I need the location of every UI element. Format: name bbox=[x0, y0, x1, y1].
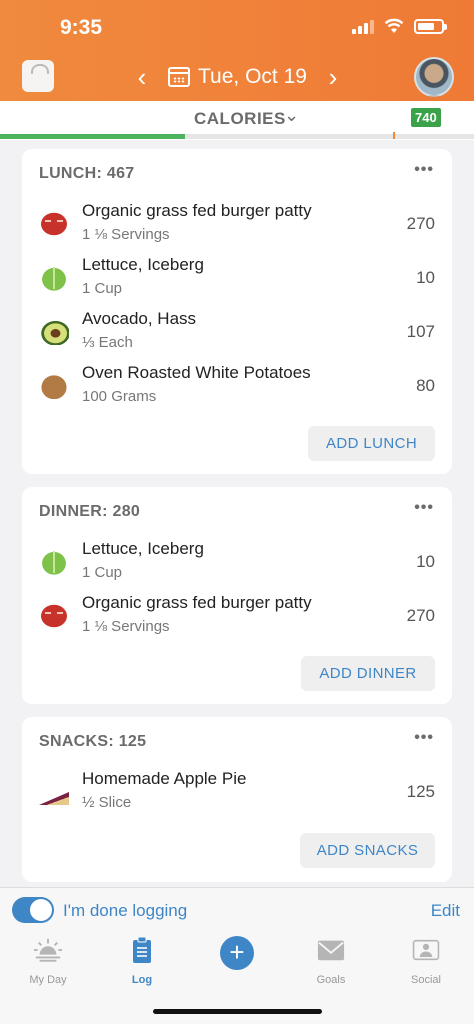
meal-title: DINNER: 280 bbox=[39, 503, 141, 520]
food-calories: 80 bbox=[416, 376, 435, 395]
status-icons bbox=[352, 18, 447, 34]
calendar-icon[interactable] bbox=[168, 67, 190, 87]
wifi-icon bbox=[384, 18, 404, 33]
tab-my-day[interactable]: My Day bbox=[13, 933, 83, 989]
calories-progress-fill bbox=[0, 134, 185, 139]
tab-goals[interactable]: Goals bbox=[296, 933, 366, 989]
food-name: Organic grass fed burger patty bbox=[82, 593, 312, 612]
food-name: Lettuce, Iceberg bbox=[82, 539, 204, 558]
food-serving: ⅓ Each bbox=[82, 334, 133, 351]
cellular-signal-icon bbox=[352, 18, 374, 34]
food-item[interactable]: Organic grass fed burger patty 1 ⅛ Servi… bbox=[22, 199, 452, 249]
home-indicator bbox=[153, 1009, 322, 1014]
tab-bar: My Day Log + Goals Social bbox=[0, 933, 474, 993]
food-calories: 10 bbox=[416, 552, 435, 571]
food-item[interactable]: Organic grass fed burger patty 1 ⅛ Servi… bbox=[22, 591, 452, 641]
plus-icon[interactable]: + bbox=[220, 936, 254, 970]
date-navigator: ‹ Tue, Oct 19 › bbox=[130, 60, 350, 94]
food-item[interactable]: Homemade Apple Pie ½ Slice 125 bbox=[22, 767, 452, 817]
lettuce-icon bbox=[39, 549, 69, 575]
current-date[interactable]: Tue, Oct 19 bbox=[198, 65, 307, 89]
food-name: Oven Roasted White Potatoes bbox=[82, 363, 311, 382]
food-calories: 270 bbox=[406, 214, 435, 233]
food-calories: 125 bbox=[406, 782, 435, 801]
tab-label: My Day bbox=[29, 974, 67, 986]
people-icon bbox=[412, 939, 440, 961]
tab-label: Goals bbox=[316, 974, 346, 986]
food-serving: 1 ⅛ Servings bbox=[82, 618, 170, 635]
more-options-icon[interactable]: ••• bbox=[414, 729, 434, 747]
toggle-knob bbox=[30, 899, 52, 921]
steak-icon bbox=[39, 603, 69, 629]
edit-button[interactable]: Edit bbox=[431, 901, 460, 921]
meal-card-snacks: SNACKS: 125 ••• Homemade Apple Pie ½ Sli… bbox=[22, 717, 452, 882]
food-name: Lettuce, Iceberg bbox=[82, 255, 204, 274]
food-calories: 270 bbox=[406, 606, 435, 625]
more-options-icon[interactable]: ••• bbox=[414, 499, 434, 517]
food-serving: 1 Cup bbox=[82, 280, 123, 297]
food-item[interactable]: Oven Roasted White Potatoes 100 Grams 80 bbox=[22, 361, 452, 411]
food-serving: 100 Grams bbox=[82, 388, 157, 405]
bottom-bar: I'm done logging Edit My Day Log + Goals… bbox=[0, 887, 474, 1024]
meal-card-lunch: LUNCH: 467 ••• Organic grass fed burger … bbox=[22, 149, 452, 474]
food-name: Homemade Apple Pie bbox=[82, 769, 247, 788]
calories-dropdown[interactable]: CALORIES bbox=[194, 109, 286, 129]
add-snacks-button[interactable]: ADD SNACKS bbox=[300, 833, 435, 868]
sunrise-icon bbox=[34, 938, 62, 962]
add-dinner-button[interactable]: ADD DINNER bbox=[301, 656, 435, 691]
chevron-down-icon[interactable]: ⌄ bbox=[284, 105, 299, 126]
battery-icon bbox=[414, 18, 447, 34]
meal-title: LUNCH: 467 bbox=[39, 165, 135, 182]
avatar[interactable] bbox=[414, 57, 454, 97]
scale-icon[interactable] bbox=[22, 60, 54, 92]
food-serving: 1 ⅛ Servings bbox=[82, 226, 170, 243]
app-header: 9:35 ‹ Tue, Oct 19 › bbox=[0, 0, 474, 101]
food-calories: 10 bbox=[416, 268, 435, 287]
food-calories: 107 bbox=[406, 322, 435, 341]
tab-label: Social bbox=[411, 974, 441, 986]
add-lunch-button[interactable]: ADD LUNCH bbox=[308, 426, 435, 461]
status-time: 9:35 bbox=[60, 16, 103, 39]
done-logging-label[interactable]: I'm done logging bbox=[63, 901, 187, 921]
calories-goal-marker bbox=[393, 132, 395, 139]
food-serving: 1 Cup bbox=[82, 564, 123, 581]
more-options-icon[interactable]: ••• bbox=[414, 161, 434, 179]
food-serving: ½ Slice bbox=[82, 794, 132, 811]
calories-remaining-badge: 740 bbox=[411, 108, 441, 127]
avocado-icon bbox=[39, 319, 69, 345]
meal-title: SNACKS: 125 bbox=[39, 733, 147, 750]
potato-icon bbox=[39, 373, 69, 399]
steak-icon bbox=[39, 211, 69, 237]
done-logging-toggle[interactable] bbox=[12, 897, 54, 923]
food-item[interactable]: Avocado, Hass ⅓ Each 107 bbox=[22, 307, 452, 357]
food-item[interactable]: Lettuce, Iceberg 1 Cup 10 bbox=[22, 253, 452, 303]
meal-card-dinner: DINNER: 280 ••• Lettuce, Iceberg 1 Cup 1… bbox=[22, 487, 452, 704]
clipboard-icon bbox=[133, 936, 151, 963]
food-name: Avocado, Hass bbox=[82, 309, 197, 328]
tab-social[interactable]: Social bbox=[391, 933, 461, 989]
pie-icon bbox=[39, 792, 69, 805]
calories-progress bbox=[0, 132, 474, 139]
tab-log[interactable]: Log bbox=[107, 933, 177, 989]
chevron-left-icon[interactable]: ‹ bbox=[130, 62, 154, 93]
food-name: Organic grass fed burger patty bbox=[82, 201, 312, 220]
tab-label: Log bbox=[131, 974, 153, 986]
lettuce-icon bbox=[39, 265, 69, 291]
food-item[interactable]: Lettuce, Iceberg 1 Cup 10 bbox=[22, 537, 452, 587]
chevron-right-icon[interactable]: › bbox=[321, 62, 345, 93]
envelope-icon bbox=[317, 940, 345, 961]
